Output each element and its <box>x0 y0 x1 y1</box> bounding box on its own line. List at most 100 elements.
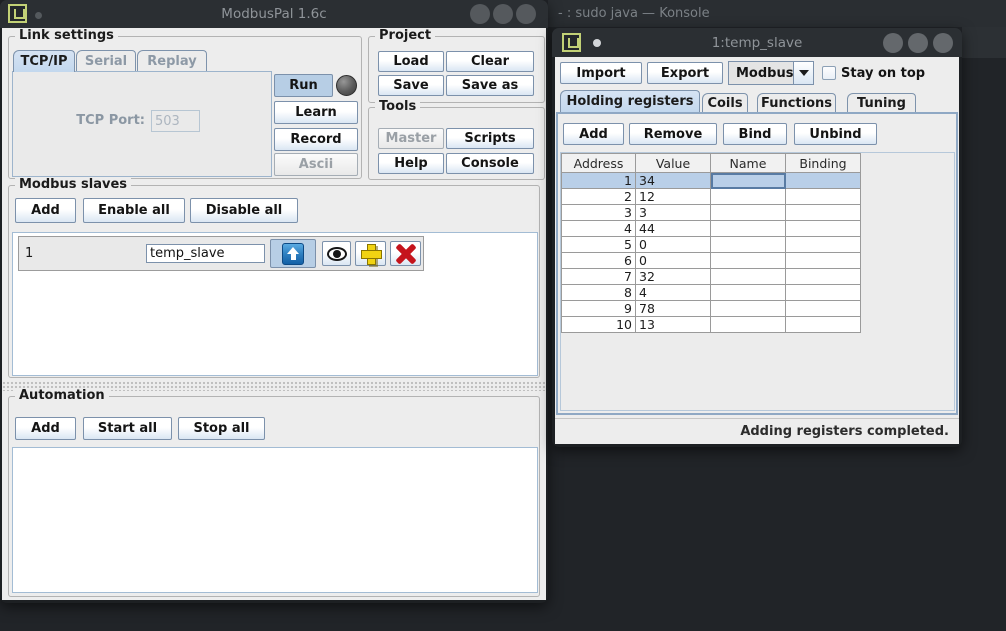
load-button[interactable]: Load <box>378 51 444 72</box>
cell-name[interactable] <box>711 205 786 221</box>
tab-serial[interactable]: Serial <box>76 50 136 71</box>
minimize-button[interactable] <box>470 4 490 24</box>
cell-name[interactable] <box>711 173 786 189</box>
tab-functions[interactable]: Functions <box>757 93 836 112</box>
cell-binding[interactable] <box>786 173 861 189</box>
save-as-button[interactable]: Save as <box>446 75 534 96</box>
help-button[interactable]: Help <box>378 153 444 174</box>
protocol-combobox[interactable]: Modbus <box>728 61 814 85</box>
cell-binding[interactable] <box>786 221 861 237</box>
cell-address[interactable]: 6 <box>562 253 636 269</box>
column-header-value[interactable]: Value <box>636 154 711 173</box>
add-slave-button[interactable]: Add <box>15 198 76 223</box>
cell-value[interactable]: 12 <box>636 189 711 205</box>
cell-binding[interactable] <box>786 285 861 301</box>
modbuspal-titlebar[interactable]: ModbusPal 1.6c <box>0 0 548 28</box>
registers-scrollpane[interactable]: Address Value Name Binding 1 34 <box>560 152 955 411</box>
cell-name[interactable] <box>711 317 786 333</box>
slave-view-button[interactable] <box>322 241 351 266</box>
cell-binding[interactable] <box>786 253 861 269</box>
table-row[interactable]: 1 34 <box>562 173 861 189</box>
tab-coils[interactable]: Coils <box>702 93 748 112</box>
cell-address[interactable]: 9 <box>562 301 636 317</box>
table-row[interactable]: 2 12 <box>562 189 861 205</box>
column-header-address[interactable]: Address <box>562 154 636 173</box>
ascii-button[interactable]: Ascii <box>274 153 358 176</box>
cell-address[interactable]: 5 <box>562 237 636 253</box>
cell-name[interactable] <box>711 285 786 301</box>
save-button[interactable]: Save <box>378 75 444 96</box>
run-button[interactable]: Run <box>274 74 333 97</box>
cell-value[interactable]: 0 <box>636 237 711 253</box>
export-button[interactable]: Export <box>647 62 723 84</box>
cell-binding[interactable] <box>786 301 861 317</box>
combobox-dropdown-button[interactable] <box>793 62 813 84</box>
cell-value[interactable]: 78 <box>636 301 711 317</box>
table-row[interactable]: 4 44 <box>562 221 861 237</box>
column-header-binding[interactable]: Binding <box>786 154 861 173</box>
slave-row[interactable]: 1 <box>18 236 424 271</box>
automation-list[interactable] <box>12 447 538 593</box>
cell-address[interactable]: 4 <box>562 221 636 237</box>
cell-address[interactable]: 7 <box>562 269 636 285</box>
cell-name[interactable] <box>711 253 786 269</box>
cell-name[interactable] <box>711 189 786 205</box>
tab-tcpip[interactable]: TCP/IP <box>13 50 75 72</box>
table-row[interactable]: 10 13 <box>562 317 861 333</box>
scripts-button[interactable]: Scripts <box>446 128 534 149</box>
cell-value[interactable]: 32 <box>636 269 711 285</box>
slave-delete-button[interactable] <box>390 241 421 266</box>
close-button[interactable] <box>516 4 536 24</box>
table-row[interactable]: 3 3 <box>562 205 861 221</box>
enable-all-button[interactable]: Enable all <box>83 198 185 223</box>
unbind-button[interactable]: Unbind <box>794 123 877 145</box>
maximize-button[interactable] <box>908 33 928 53</box>
tab-replay[interactable]: Replay <box>137 50 207 71</box>
cell-value[interactable]: 0 <box>636 253 711 269</box>
add-register-button[interactable]: Add <box>563 123 624 145</box>
cell-value[interactable]: 34 <box>636 173 711 189</box>
table-row[interactable]: 6 0 <box>562 253 861 269</box>
cell-address[interactable]: 8 <box>562 285 636 301</box>
maximize-button[interactable] <box>493 4 513 24</box>
record-button[interactable]: Record <box>274 128 358 151</box>
temp-slave-titlebar[interactable]: 1:temp_slave <box>552 28 962 57</box>
cell-address[interactable]: 3 <box>562 205 636 221</box>
cell-name[interactable] <box>711 301 786 317</box>
cell-value[interactable]: 3 <box>636 205 711 221</box>
stop-all-button[interactable]: Stop all <box>178 417 265 440</box>
table-row[interactable]: 9 78 <box>562 301 861 317</box>
slave-name-input[interactable] <box>146 244 265 263</box>
cell-value[interactable]: 13 <box>636 317 711 333</box>
cell-name[interactable] <box>711 221 786 237</box>
tcp-port-input[interactable] <box>151 110 200 132</box>
learn-button[interactable]: Learn <box>274 101 358 124</box>
close-button[interactable] <box>933 33 953 53</box>
slaves-list[interactable]: 1 <box>12 232 538 376</box>
column-header-name[interactable]: Name <box>711 154 786 173</box>
cell-address[interactable]: 1 <box>562 173 636 189</box>
remove-register-button[interactable]: Remove <box>629 123 717 145</box>
master-button[interactable]: Master <box>378 128 444 149</box>
slave-duplicate-button[interactable] <box>355 241 386 266</box>
cell-binding[interactable] <box>786 269 861 285</box>
cell-binding[interactable] <box>786 189 861 205</box>
tab-tuning[interactable]: Tuning <box>847 93 916 112</box>
cell-name[interactable] <box>711 269 786 285</box>
stay-on-top-checkbox[interactable] <box>822 66 836 80</box>
cell-value[interactable]: 44 <box>636 221 711 237</box>
minimize-button[interactable] <box>883 33 903 53</box>
start-all-button[interactable]: Start all <box>83 417 172 440</box>
slave-enabled-toggle[interactable] <box>270 239 316 268</box>
clear-button[interactable]: Clear <box>446 51 534 72</box>
add-automation-button[interactable]: Add <box>15 417 76 440</box>
tab-holding-registers[interactable]: Holding registers <box>560 90 700 112</box>
table-row[interactable]: 8 4 <box>562 285 861 301</box>
disable-all-button[interactable]: Disable all <box>190 198 298 223</box>
registers-table[interactable]: Address Value Name Binding 1 34 <box>561 153 861 333</box>
cell-address[interactable]: 10 <box>562 317 636 333</box>
cell-value[interactable]: 4 <box>636 285 711 301</box>
cell-binding[interactable] <box>786 205 861 221</box>
table-row[interactable]: 5 0 <box>562 237 861 253</box>
cell-name[interactable] <box>711 237 786 253</box>
